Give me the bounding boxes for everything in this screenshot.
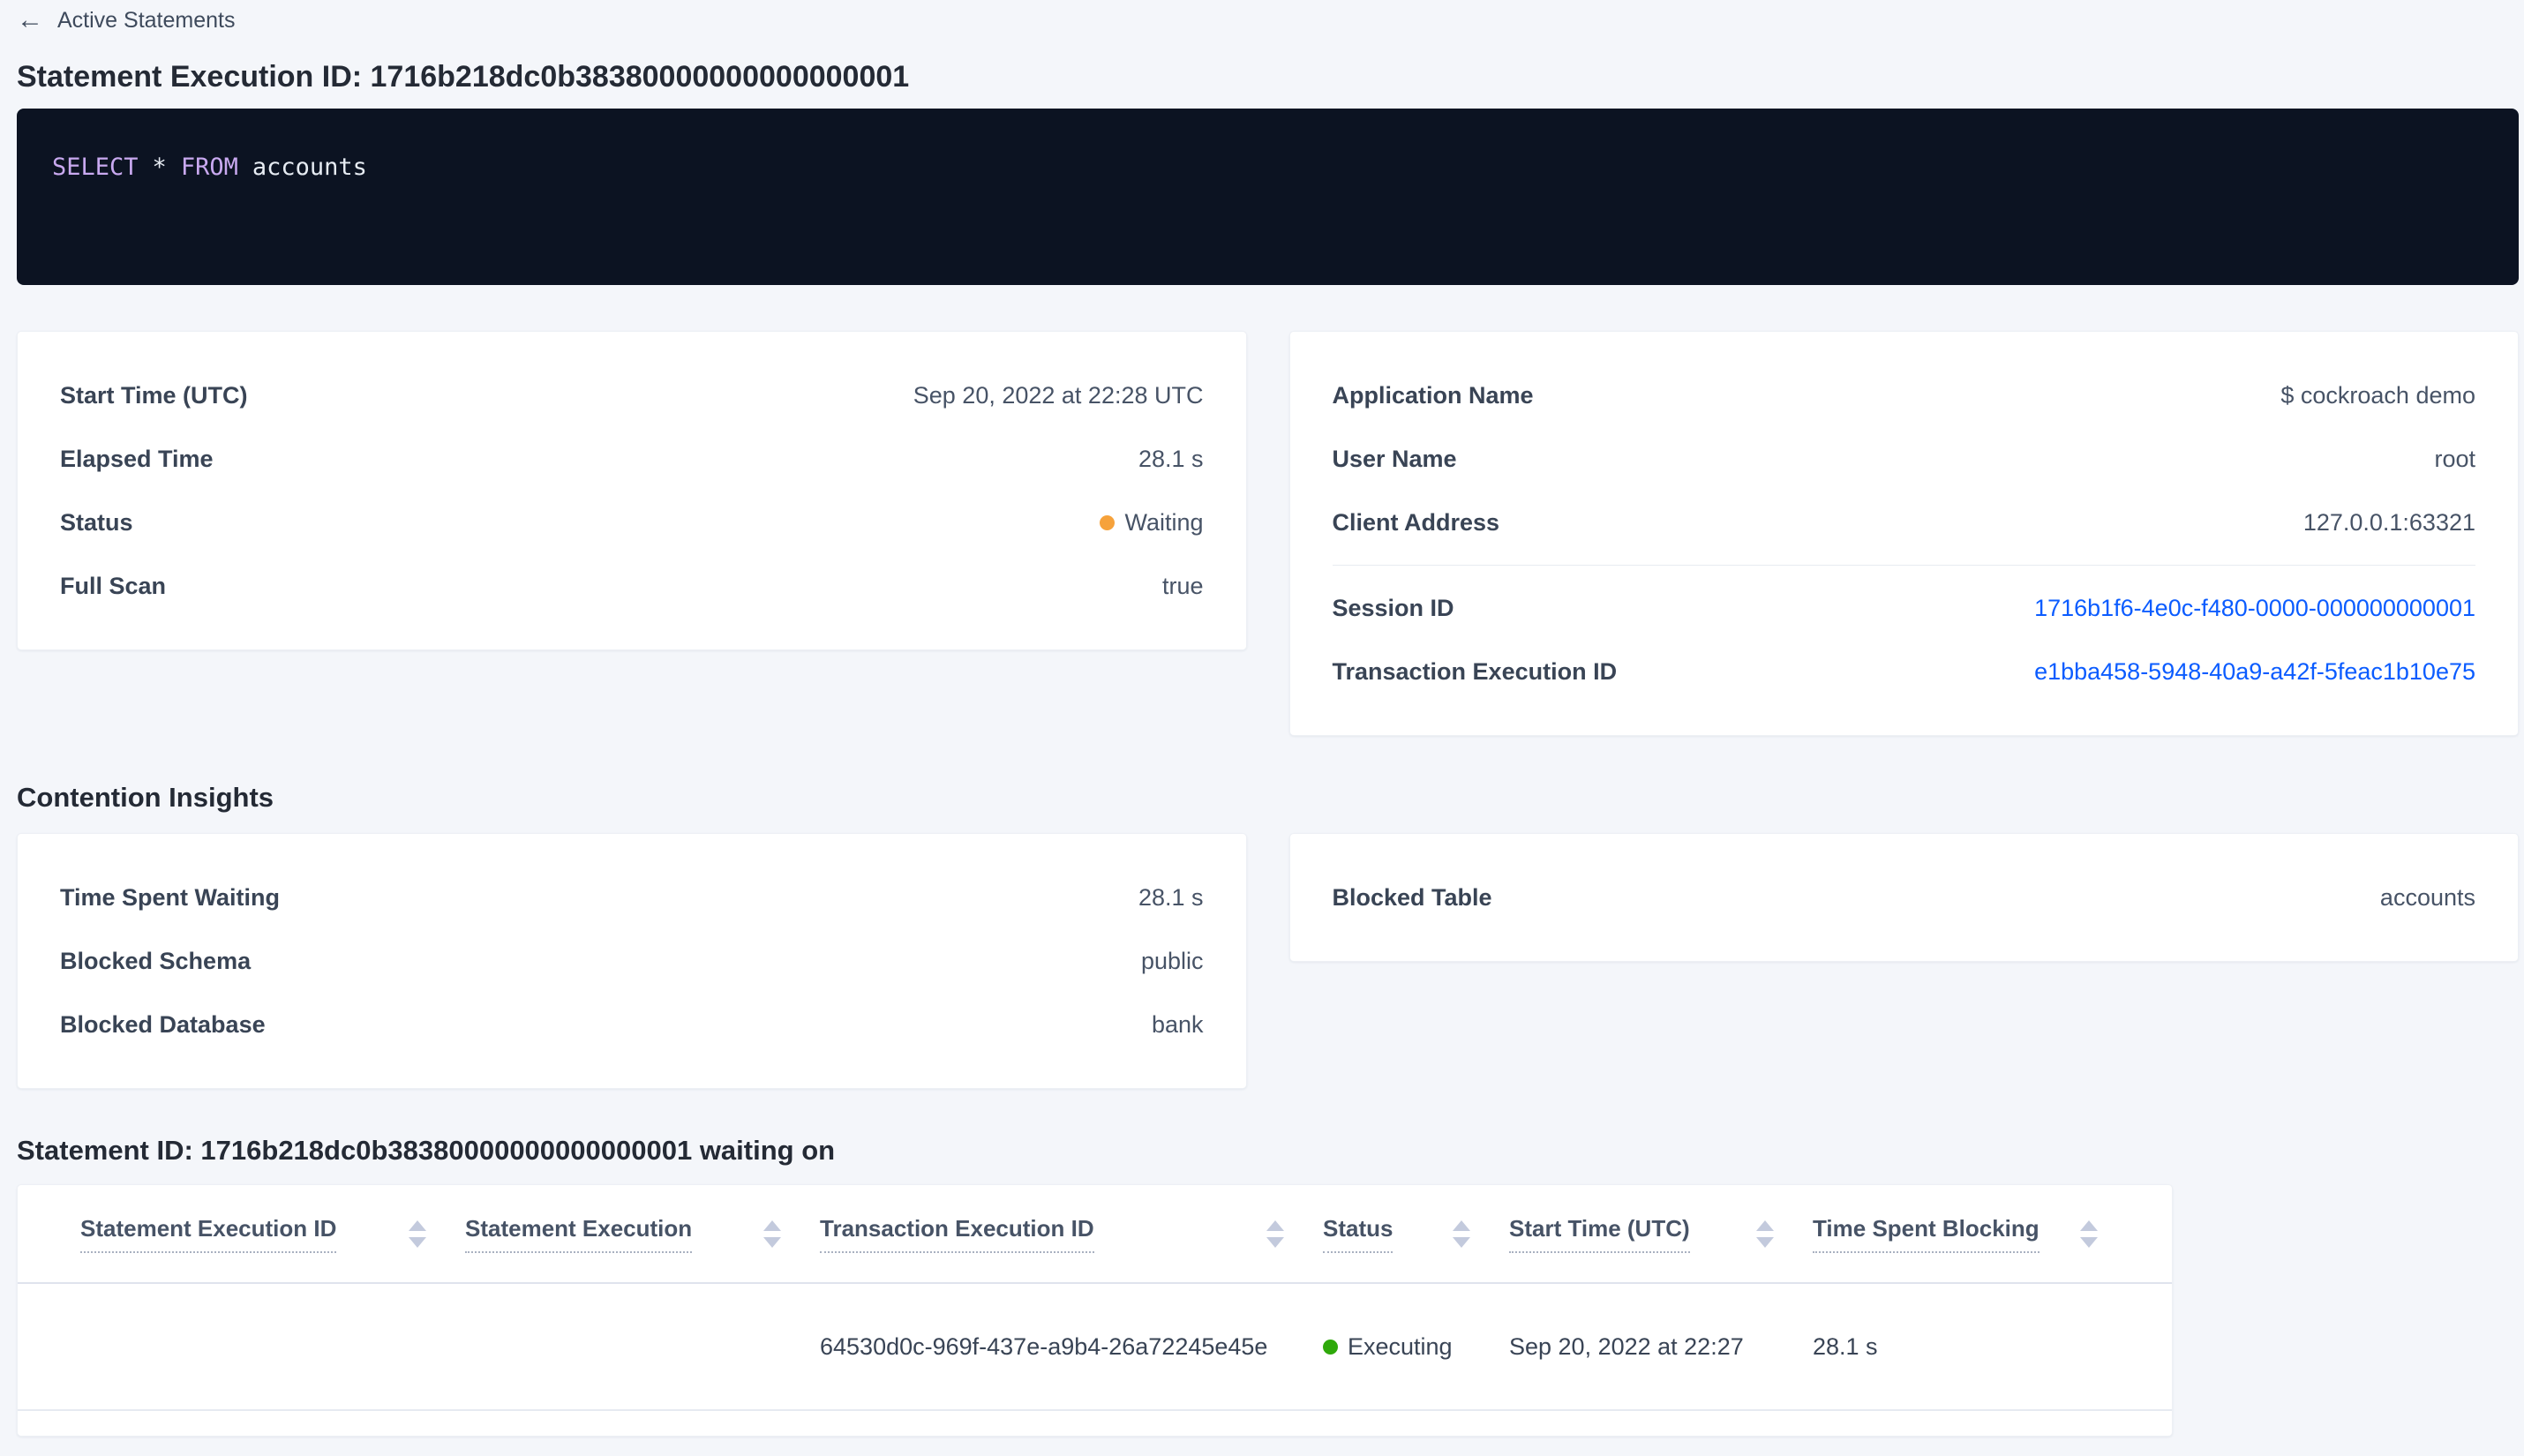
sql-table-name: accounts [252, 154, 367, 182]
row-elapsed-time: Elapsed Time 28.1 s [60, 427, 1204, 491]
time-spent-waiting-value: 28.1 s [1138, 883, 1204, 911]
sort-arrows-icon [2080, 1220, 2098, 1248]
status-badge: Waiting [1100, 508, 1204, 537]
column-header-transaction-execution-id[interactable]: Transaction Execution ID [820, 1185, 1323, 1282]
start-time-label: Start Time (UTC) [60, 381, 248, 409]
table-row: 64530d0c-969f-437e-a9b4-26a72245e45e Exe… [18, 1284, 2172, 1412]
waiting-status-dot-icon [1100, 514, 1116, 530]
row-time-spent-waiting: Time Spent Waiting 28.1 s [60, 866, 1204, 929]
row-application-name: Application Name $ cockroach demo [1333, 364, 2476, 427]
status-label: Status [60, 508, 133, 536]
full-scan-value: true [1161, 572, 1204, 599]
transaction-execution-id-label: Transaction Execution ID [1332, 657, 1618, 685]
contention-insights-title: Contention Insights [17, 782, 274, 814]
transaction-execution-id-header-label: Transaction Execution ID [820, 1215, 1094, 1253]
status-header-label: Status [1323, 1215, 1393, 1253]
application-name-label: Application Name [1332, 381, 1534, 409]
table-header-row: Statement Execution ID Statement Executi… [18, 1185, 2172, 1285]
sort-arrows-icon [409, 1220, 426, 1248]
sql-star-operator: * [152, 154, 167, 182]
session-id-link[interactable]: 1716b1f6-4e0c-f480-0000-000000000001 [2034, 595, 2475, 622]
elapsed-time-label: Elapsed Time [60, 445, 214, 472]
column-header-statement-execution[interactable]: Statement Execution [465, 1185, 820, 1282]
statement-details-page: ← Active Statements Statement Execution … [17, 0, 2519, 1437]
sort-arrows-icon [1453, 1220, 1470, 1248]
row-blocked-schema: Blocked Schema public [60, 929, 1204, 993]
client-address-label: Client Address [1332, 508, 1500, 536]
cell-time-spent-blocking: 28.1 s [1813, 1332, 1878, 1360]
cell-status: Executing [1323, 1333, 1509, 1361]
application-name-value: $ cockroach demo [2280, 381, 2475, 409]
column-header-time-spent-blocking[interactable]: Time Spent Blocking [1813, 1185, 2137, 1282]
row-blocked-database: Blocked Database bank [60, 993, 1204, 1056]
user-name-value: root [2434, 445, 2475, 472]
user-name-label: User Name [1332, 445, 1457, 472]
statement-overview-card: Start Time (UTC) Sep 20, 2022 at 22:28 U… [17, 331, 1247, 651]
contention-waiting-card: Time Spent Waiting 28.1 s Blocked Schema… [17, 833, 1247, 1090]
waiting-on-title: Statement ID: 1716b218dc0b38380000000000… [17, 1135, 836, 1167]
transaction-execution-id-link[interactable]: e1bba458-5948-40a9-a42f-5feac1b10e75 [2034, 658, 2475, 686]
column-header-start-time[interactable]: Start Time (UTC) [1509, 1185, 1813, 1282]
row-user-name: User Name root [1333, 427, 2476, 491]
cell-start-time: Sep 20, 2022 at 22:27 [1509, 1332, 1744, 1360]
row-blocked-table: Blocked Table accounts [1333, 866, 2476, 929]
sql-keyword-from: FROM [180, 154, 238, 182]
blocked-table-value: accounts [2379, 883, 2475, 911]
blocked-table-label: Blocked Table [1332, 883, 1492, 911]
breadcrumb-back-active-statements[interactable]: ← Active Statements [17, 0, 235, 34]
time-spent-waiting-label: Time Spent Waiting [60, 883, 281, 911]
card-divider [1332, 565, 2475, 567]
contention-cards-row: Time Spent Waiting 28.1 s Blocked Schema… [17, 833, 2519, 1090]
cell-transaction-execution-id: 64530d0c-969f-437e-a9b4-26a72245e45e [820, 1332, 1268, 1360]
row-client-address: Client Address 127.0.0.1:63321 [1333, 491, 2476, 554]
row-transaction-execution-id: Transaction Execution ID e1bba458-5948-4… [1333, 640, 2476, 703]
blocked-schema-value: public [1140, 947, 1204, 974]
sort-arrows-icon [1266, 1220, 1284, 1248]
full-scan-label: Full Scan [60, 572, 167, 599]
waiting-statements-table: Statement Execution ID Statement Executi… [17, 1184, 2173, 1437]
blocked-table-card: Blocked Table accounts [1288, 833, 2519, 963]
column-header-status[interactable]: Status [1323, 1185, 1509, 1282]
start-time-header-label: Start Time (UTC) [1509, 1215, 1690, 1253]
time-spent-blocking-header-label: Time Spent Blocking [1813, 1215, 2039, 1253]
executing-status-value: Executing [1348, 1332, 1453, 1360]
elapsed-time-value: 28.1 s [1138, 445, 1204, 472]
session-id-label: Session ID [1332, 594, 1454, 621]
sort-arrows-icon [763, 1220, 781, 1248]
row-status: Status Waiting [60, 491, 1204, 554]
session-details-card: Application Name $ cockroach demo User N… [1288, 331, 2519, 737]
statement-execution-id-header-label: Statement Execution ID [80, 1215, 337, 1253]
row-full-scan: Full Scan true [60, 554, 1204, 618]
blocked-database-value: bank [1151, 1010, 1204, 1038]
overview-cards-row: Start Time (UTC) Sep 20, 2022 at 22:28 U… [17, 331, 2519, 737]
executing-status-dot-icon [1323, 1339, 1338, 1355]
start-time-value: Sep 20, 2022 at 22:28 UTC [913, 381, 1204, 409]
row-session-id: Session ID 1716b1f6-4e0c-f480-0000-00000… [1333, 576, 2476, 640]
sql-statement-box: SELECT * FROM accounts [17, 109, 2519, 286]
sort-arrows-icon [1756, 1220, 1774, 1248]
blocked-database-label: Blocked Database [60, 1010, 266, 1038]
row-start-time: Start Time (UTC) Sep 20, 2022 at 22:28 U… [60, 364, 1204, 427]
page-title: Statement Execution ID: 1716b218dc0b3838… [17, 60, 910, 94]
client-address-value: 127.0.0.1:63321 [2302, 508, 2475, 536]
sql-keyword-select: SELECT [52, 154, 139, 182]
breadcrumb-label: Active Statements [57, 7, 236, 33]
arrow-left-icon: ← [17, 5, 43, 34]
status-value: Waiting [1124, 508, 1204, 536]
blocked-schema-label: Blocked Schema [60, 947, 252, 974]
column-header-statement-execution-id[interactable]: Statement Execution ID [80, 1185, 465, 1282]
statement-execution-header-label: Statement Execution [465, 1215, 693, 1253]
